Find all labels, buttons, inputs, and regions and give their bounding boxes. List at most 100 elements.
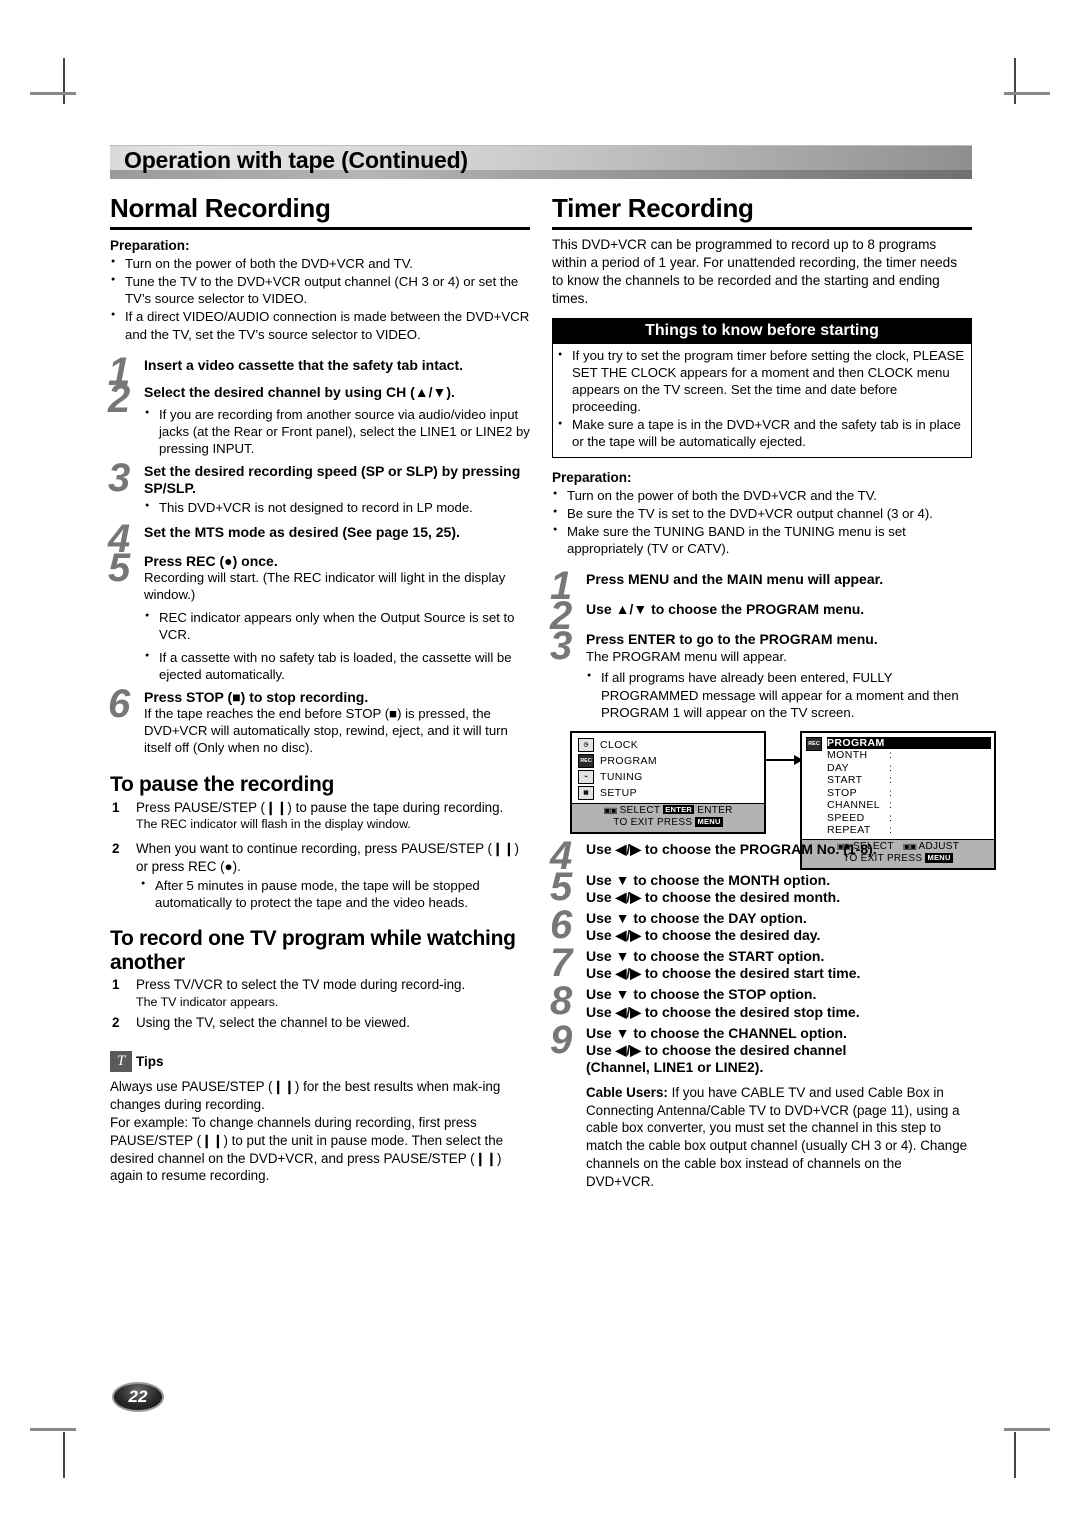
table-row: START : [827,774,991,787]
step-number: 2 [108,376,131,421]
timer-step-3-notes: If all programs have already been entere… [586,669,972,720]
crop-mark-top-right-vertical [1014,58,1016,104]
timer-recording-heading: Timer Recording [552,193,972,230]
tips-t-icon: T [110,1051,132,1073]
crop-mark-bottom-left-horizontal [30,1428,76,1431]
step-number: 8 [550,979,573,1024]
footer-enter-label: ENTER [697,804,733,816]
step-5: 5 Press REC (●) once. Recording will sta… [108,548,530,684]
pause-recording-list: 1 Press PAUSE/STEP (❙❙) to pause the tap… [110,799,530,912]
document-page: Operation with tape (Continued) Normal R… [0,0,1080,1528]
item-note: The REC indicator will flash in the disp… [136,816,411,831]
row-label: REPEAT [827,824,871,837]
item-text: Press PAUSE/STEP (❙❙) to pause the tape … [136,799,504,815]
right-preparation-title: Preparation: [552,469,632,485]
step-heading: Press ENTER to go to the PROGRAM menu. [586,631,878,648]
list-item: If a cassette with no safety tab is load… [144,649,530,683]
step-heading: Use ▼ to choose the DAY option. [586,910,807,927]
step-heading-line2: Use ◀/▶ to choose the desired day. [586,927,821,944]
main-menu-item-program: REC PROGRAM [578,753,760,769]
step-heading: Press MENU and the MAIN menu will appear… [586,571,884,588]
step-number: 5 [108,545,131,590]
things-to-know-body: If you try to set the program timer befo… [553,344,971,456]
step-number: 3 [550,624,573,669]
timer-step-3: 3 Press ENTER to go to the PROGRAM menu.… [550,626,972,720]
record-while-watching-heading: To record one TV program while watching … [110,927,516,974]
main-menu-item-clock: ◷ CLOCK [578,737,760,753]
item-text: Using the TV, select the channel to be v… [136,1014,410,1030]
step-heading: Select the desired channel by using CH (… [144,383,455,400]
things-to-know-list: If you try to set the program timer befo… [557,348,965,450]
list-item: If a direct VIDEO/AUDIO connection is ma… [110,308,530,342]
timer-step-2: 2 Use ▲/▼ to choose the PROGRAM menu. [550,596,972,636]
section-banner: Operation with tape (Continued) [110,145,972,179]
main-menu-item-tuning: ⌁ TUNING [578,769,760,785]
banner-title: Operation with tape (Continued) [124,147,468,173]
step-number: 5 [550,864,573,909]
row-label: START [827,774,863,787]
timer-step-7: 7 Use ▼ to choose the START option. Use … [550,943,972,983]
table-row: STOP : [827,787,991,800]
footer-exit-label: TO EXIT PRESS [613,817,693,829]
step-heading: Use ▼ to choose the START option. [586,948,825,965]
main-menu-items: ◷ CLOCK REC PROGRAM ⌁ TUNING ▦ SETUP [572,733,764,803]
row-label: CHANNEL [827,799,880,812]
list-item: 2 Using the TV, select the channel to be… [110,1014,530,1031]
step-heading-line2: Use ◀/▶ to choose the desired channel [586,1041,847,1058]
step-heading: Use ▼ to choose the MONTH option. [586,871,831,888]
list-item: 1 Press PAUSE/STEP (❙❙) to pause the tap… [110,799,530,833]
table-row: MONTH : [827,749,991,762]
step-heading: Set the desired recording speed (SP or S… [144,463,521,497]
main-menu-osd: ◷ CLOCK REC PROGRAM ⌁ TUNING ▦ SETUP ▣▣ … [570,730,766,834]
tips-paragraph: For example: To change channels during r… [110,1114,504,1184]
right-preparation-list: Turn on the power of both the DVD+VCR an… [552,487,972,558]
setup-icon: ▦ [578,785,594,800]
osd-diagram-row: ◷ CLOCK REC PROGRAM ⌁ TUNING ▦ SETUP ▣▣ … [552,730,996,870]
item-number: 2 [112,1014,120,1030]
list-item: REC indicator appears only when the Outp… [144,609,530,643]
step-4: 4 Set the MTS mode as desired (See page … [108,519,530,559]
pause-item-2-notes: After 5 minutes in pause mode, the tape … [136,877,530,911]
crop-mark-bottom-right-vertical [1014,1432,1016,1478]
main-menu-footer: ▣▣ SELECT ENTER ENTER TO EXIT PRESS MENU [572,802,764,832]
row-label: DAY [827,761,850,774]
tips-body: Always use PAUSE/STEP (❙❙) for the best … [110,1078,530,1185]
things-to-know-box: Things to know before starting If you tr… [552,318,972,458]
main-menu-label: TUNING [600,770,643,783]
list-item: Turn on the power of both the DVD+VCR an… [552,487,972,504]
step-number: 3 [108,456,131,501]
table-row: REPEAT : [827,824,991,837]
table-row: CHANNEL : [827,799,991,812]
list-item: Make sure the TUNING BAND in the TUNING … [552,523,972,557]
right-column: Timer Recording This DVD+VCR can be prog… [550,193,996,1191]
list-item: This DVD+VCR is not designed to record i… [144,499,530,516]
row-separator: : [889,799,893,812]
cable-users-label: Cable Users: [586,1084,668,1100]
step-heading: Press STOP (■) to stop recording. [144,689,369,706]
crop-mark-bottom-right-horizontal [1004,1428,1050,1431]
step-5-notes: REC indicator appears only when the Outp… [144,609,530,684]
crop-mark-top-left-horizontal [30,92,76,95]
timer-step-8: 8 Use ▼ to choose the STOP option. Use ◀… [550,981,972,1021]
row-separator: : [889,749,893,762]
item-number: 1 [112,977,120,993]
crop-mark-top-right-horizontal [1004,92,1050,95]
row-separator: : [889,824,893,837]
row-label: SPEED [827,811,865,824]
row-separator: : [889,811,893,824]
table-row: DAY : [827,762,991,775]
step-3-notes: This DVD+VCR is not designed to record i… [144,499,530,516]
step-heading: Press REC (●) once. [144,552,278,569]
program-menu-rows: PROGRAM 1 MONTH : DAY : START: STOP: C… [827,736,991,837]
step-number: 6 [550,903,573,948]
step-heading-line2: Use ◀/▶ to choose the desired stop time. [586,1003,860,1020]
row-label: STOP [827,786,857,799]
page-content: Operation with tape (Continued) Normal R… [108,145,996,1375]
program-title-row: PROGRAM 1 [827,736,991,761]
things-to-know-title: Things to know before starting [553,319,971,345]
step-heading: Insert a video cassette that the safety … [144,356,463,373]
step-subtext: Recording will start. (The REC indicator… [144,569,506,602]
list-item: Tune the TV to the DVD+VCR output channe… [110,273,530,307]
tips-paragraph: Always use PAUSE/STEP (❙❙) for the best … [110,1079,501,1113]
step-3: 3 Set the desired recording speed (SP or… [108,458,530,516]
